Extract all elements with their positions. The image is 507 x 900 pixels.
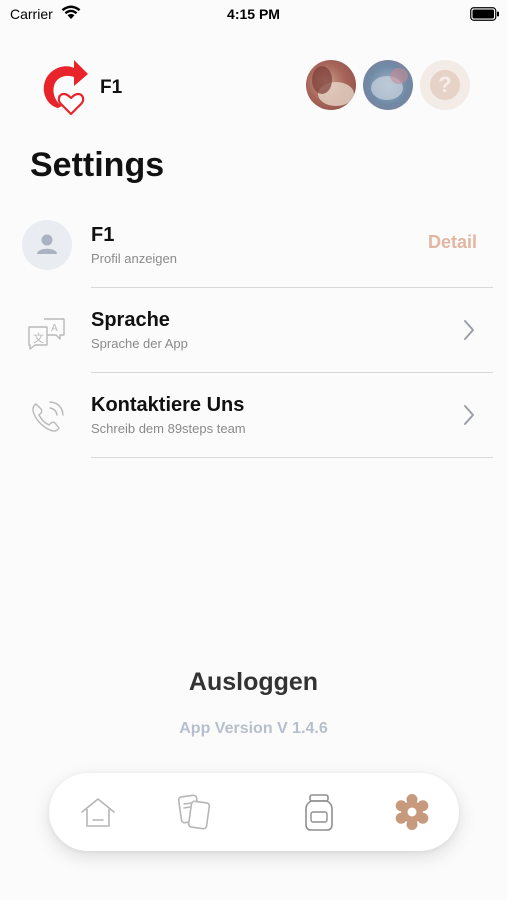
row-subtitle: Profil anzeigen xyxy=(91,251,177,266)
app-version-label: App Version V 1.4.6 xyxy=(179,720,328,737)
tab-settings[interactable] xyxy=(392,792,432,832)
user-avatar-icon xyxy=(22,220,72,270)
settings-row-language[interactable]: 文 A Sprache Sprache der App xyxy=(0,289,507,373)
logout-button[interactable]: Ausloggen xyxy=(0,668,507,697)
child-avatar-1[interactable] xyxy=(306,60,356,110)
header-profile-name: F1 xyxy=(100,77,123,98)
profile-avatar-wrap xyxy=(22,220,74,272)
settings-row-contact[interactable]: Kontaktiere Uns Schreib dem 89steps team xyxy=(0,374,507,458)
chevron-right-icon xyxy=(464,320,474,340)
row-title: Sprache xyxy=(91,309,170,331)
jar-icon xyxy=(305,794,333,831)
row-title: F1 xyxy=(91,224,115,246)
gear-icon xyxy=(395,794,429,830)
add-child-avatar[interactable]: ? xyxy=(420,60,470,110)
child-avatar-2[interactable] xyxy=(363,60,413,110)
contact-icon-wrap xyxy=(22,390,74,442)
photo-thumbnail xyxy=(312,66,354,106)
svg-text:文: 文 xyxy=(33,331,44,345)
chevron-right-icon xyxy=(464,405,474,425)
page-title: Settings xyxy=(30,146,165,184)
clock: 4:15 PM xyxy=(227,6,280,22)
divider xyxy=(91,286,493,288)
row-subtitle: Sprache der App xyxy=(91,336,188,351)
tab-jar[interactable] xyxy=(299,792,339,832)
row-title: Kontaktiere Uns xyxy=(91,394,245,416)
tab-bar xyxy=(49,773,459,851)
divider xyxy=(91,371,493,373)
battery-icon xyxy=(470,7,499,21)
settings-row-profile[interactable]: F1 Profil anzeigen Detail xyxy=(0,204,507,288)
phone-icon xyxy=(32,401,64,432)
translate-icon: 文 A xyxy=(28,318,65,350)
photo-thumbnail xyxy=(371,68,408,100)
status-bar: Carrier 4:15 PM xyxy=(0,0,507,30)
svg-text:A: A xyxy=(51,323,58,334)
tab-cards[interactable] xyxy=(174,792,214,832)
divider xyxy=(91,456,493,458)
tab-home[interactable] xyxy=(78,792,118,832)
home-icon xyxy=(81,798,115,827)
app-logo-icon xyxy=(43,60,88,116)
detail-link[interactable]: Detail xyxy=(428,232,477,253)
row-subtitle: Schreib dem 89steps team xyxy=(91,421,246,436)
cards-icon xyxy=(177,794,211,830)
header: F1 ? xyxy=(0,50,507,120)
language-icon-wrap: 文 A xyxy=(22,305,74,357)
question-mark-icon: ? xyxy=(430,70,460,100)
